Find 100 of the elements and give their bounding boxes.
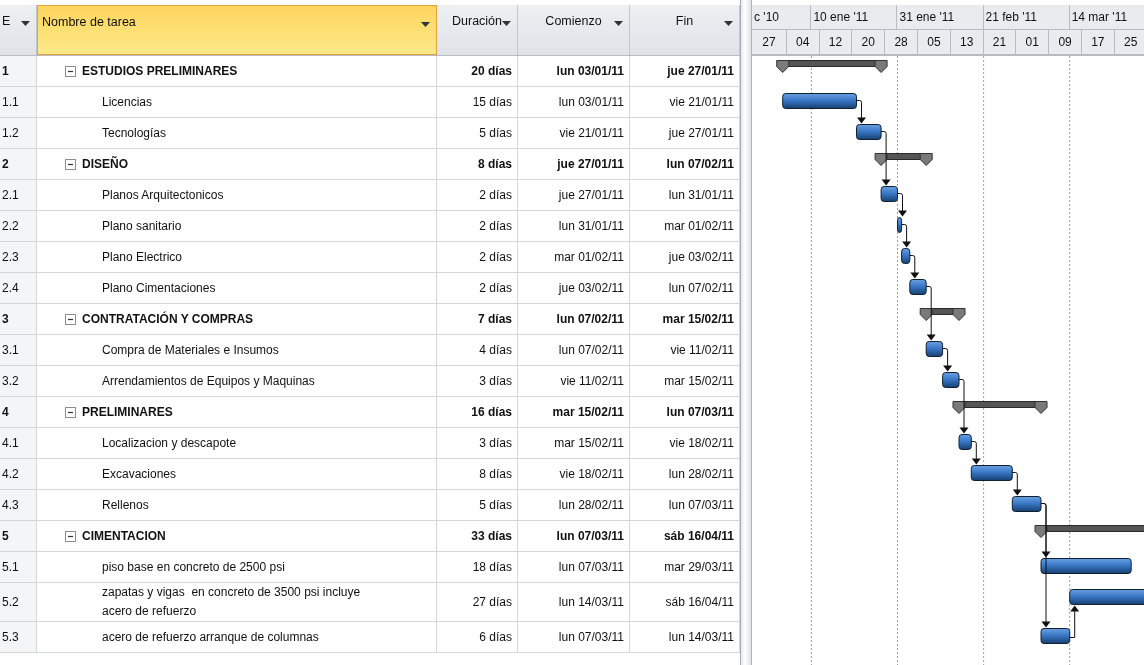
finish-date-cell: lun 14/03/11 <box>668 630 734 644</box>
task-id-cell: 1.2 <box>0 118 37 148</box>
task-id-cell: 2.2 <box>0 211 37 241</box>
duration-cell: 8 días <box>479 467 512 481</box>
dependency-arrow <box>925 286 936 341</box>
timescale-label: 10 ene '11 <box>811 5 898 29</box>
task-bar[interactable] <box>1069 589 1144 605</box>
column-header[interactable]: Comienzo <box>518 5 630 55</box>
task-bar[interactable] <box>880 186 898 202</box>
dropdown-caret-icon[interactable] <box>614 21 623 26</box>
task-name: Tecnologías <box>102 124 167 142</box>
task-name: PRELIMINARES <box>82 403 173 421</box>
task-bar[interactable] <box>970 465 1013 481</box>
duration-cell: 3 días <box>479 374 512 388</box>
start-date-cell: vie 11/02/11 <box>560 374 624 388</box>
start-date-cell: lun 28/02/11 <box>558 498 624 512</box>
dependency-arrow <box>901 224 912 248</box>
finish-date-cell: lun 31/01/11 <box>668 188 734 202</box>
finish-date-cell: mar 15/02/11 <box>664 374 734 388</box>
timescale-label: 27 <box>752 30 787 54</box>
start-date-cell: lun 07/03/11 <box>558 630 624 644</box>
dependency-arrow <box>1069 605 1080 638</box>
finish-date-cell: vie 18/02/11 <box>669 436 734 450</box>
task-name: Plano Electrico <box>102 248 183 266</box>
column-header[interactable]: Duración <box>437 5 518 55</box>
task-name: acero de refuerzo arranque de columnas <box>102 628 319 646</box>
dependency-arrow <box>970 441 981 465</box>
summary-bar <box>919 308 966 321</box>
column-header[interactable]: Fin <box>630 5 740 55</box>
finish-date-cell: lun 07/02/11 <box>666 157 734 171</box>
finish-date-cell: mar 29/03/11 <box>664 560 734 574</box>
task-bar[interactable] <box>958 434 972 450</box>
task-id-cell: 1.1 <box>0 87 37 117</box>
task-name: Localizacion y descapote <box>102 434 237 452</box>
timescale-label: 20 <box>852 30 886 54</box>
dependency-arrow <box>958 379 969 434</box>
collapse-toggle-icon[interactable] <box>65 158 76 170</box>
start-date-cell: vie 18/02/11 <box>559 467 624 481</box>
task-name: Licencias <box>102 93 153 111</box>
task-id-cell: 4.1 <box>0 428 37 458</box>
column-header[interactable]: Nombre de tarea <box>37 5 437 55</box>
task-name: CONTRATACIÓN Y COMPRAS <box>82 310 254 328</box>
timescale-label: 21 <box>983 30 1017 54</box>
duration-cell: 2 días <box>479 250 512 264</box>
start-date-cell: mar 15/02/11 <box>554 436 624 450</box>
task-bar[interactable] <box>901 248 911 264</box>
task-id-cell: 2.4 <box>0 273 37 303</box>
timescale-label: 25 <box>1114 30 1144 54</box>
task-id-cell: 4.2 <box>0 459 37 489</box>
finish-date-cell: lun 07/03/11 <box>668 498 734 512</box>
finish-date-cell: mar 01/02/11 <box>664 219 734 233</box>
collapse-toggle-icon[interactable] <box>65 406 76 418</box>
dependency-arrow <box>897 193 907 217</box>
start-date-cell: vie 21/01/11 <box>559 126 624 140</box>
task-bar[interactable] <box>925 341 944 357</box>
dropdown-caret-icon[interactable] <box>724 21 733 26</box>
task-name: CIMENTACION <box>82 527 166 545</box>
task-id-cell: 3 <box>0 304 37 334</box>
dropdown-caret-icon[interactable] <box>421 22 430 27</box>
timescale-label: c '10 <box>752 5 812 29</box>
task-bar[interactable] <box>942 372 960 388</box>
start-date-cell: lun 07/02/11 <box>556 312 624 326</box>
timescale-label: 14 mar '11 <box>1069 5 1144 29</box>
dependency-arrow <box>1011 472 1022 496</box>
task-name: zapatas y vigas en concreto de 3500 psi incluye acero de refuerzo <box>102 584 362 620</box>
dropdown-caret-icon[interactable] <box>502 21 511 26</box>
task-bar[interactable] <box>897 217 903 233</box>
timescale-label: 28 <box>885 30 918 54</box>
task-name: Arrendamientos de Equipos y Maquinas <box>102 372 315 390</box>
task-name: Excavaciones <box>102 465 177 483</box>
finish-date-cell: jue 03/02/11 <box>668 250 734 264</box>
task-bar[interactable] <box>1011 496 1042 512</box>
task-name: DISEÑO <box>82 155 128 173</box>
start-date-cell: jue 27/01/11 <box>557 157 624 171</box>
finish-date-cell: sáb 16/04/11 <box>663 529 734 543</box>
collapse-toggle-icon[interactable] <box>65 530 76 542</box>
duration-cell: 2 días <box>479 188 512 202</box>
task-id-cell: 3.2 <box>0 366 37 396</box>
task-bar[interactable] <box>1040 628 1071 644</box>
timescale-label: 09 <box>1049 30 1082 54</box>
task-id-cell: 1 <box>0 56 37 86</box>
collapse-toggle-icon[interactable] <box>65 65 76 77</box>
start-date-cell: jue 27/01/11 <box>558 188 624 202</box>
task-id-cell: 2.3 <box>0 242 37 272</box>
finish-date-cell: lun 28/02/11 <box>668 467 734 481</box>
duration-cell: 27 días <box>472 595 512 609</box>
dependency-arrow <box>909 255 920 279</box>
finish-date-cell: jue 27/01/11 <box>667 64 734 78</box>
start-date-cell: lun 14/03/11 <box>558 595 624 609</box>
task-bar[interactable] <box>782 93 857 109</box>
task-bar[interactable] <box>856 124 882 140</box>
task-id-cell: 5.3 <box>0 622 37 652</box>
task-bar[interactable] <box>1040 558 1132 574</box>
dropdown-caret-icon[interactable] <box>21 21 30 26</box>
task-id-cell: 4 <box>0 397 37 427</box>
task-bar[interactable] <box>909 279 927 295</box>
collapse-toggle-icon[interactable] <box>65 313 76 325</box>
duration-cell: 5 días <box>479 498 512 512</box>
summary-bar <box>874 153 933 166</box>
start-date-cell: lun 31/01/11 <box>558 219 624 233</box>
